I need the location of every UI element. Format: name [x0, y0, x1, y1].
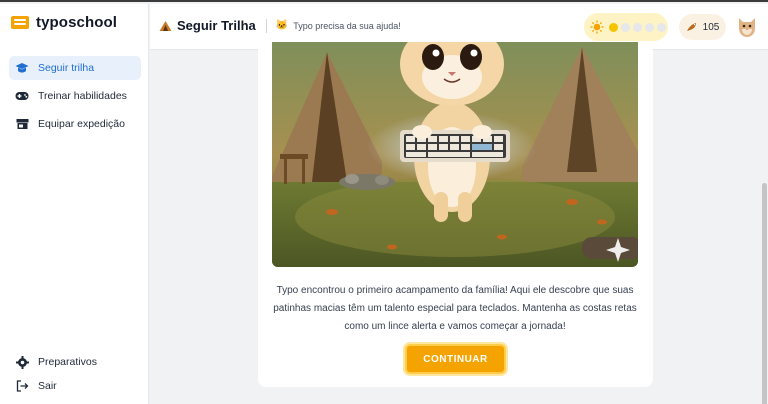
coin-counter[interactable]: 105 — [679, 14, 726, 40]
graduation-cap-icon — [15, 61, 29, 75]
progress-dot — [633, 22, 642, 32]
sidebar-nav: Seguir trilha Treinar habilidades Equipa… — [9, 56, 141, 140]
sidebar: typoschool Seguir trilha Treinar habilid… — [0, 4, 149, 404]
sidebar-item-label: Equipar expedição — [38, 118, 125, 130]
progress-dot — [621, 22, 630, 32]
sidebar-item-sair[interactable]: Sair — [9, 374, 141, 398]
store-icon — [15, 117, 29, 131]
avatar[interactable] — [736, 14, 758, 38]
progress-dot — [609, 22, 618, 32]
gear-icon — [15, 355, 29, 369]
sidebar-item-label: Sair — [38, 380, 57, 392]
lesson-illustration — [272, 42, 638, 267]
progress-dot — [645, 22, 654, 32]
lesson-story-text: Typo encontrou o primeiro acampamento da… — [273, 285, 637, 332]
sidebar-item-label: Treinar habilidades — [38, 90, 127, 102]
sidebar-bottom-nav: Preparativos Sair — [9, 350, 141, 398]
page-subtitle: Typo precisa da sua ajuda! — [293, 20, 401, 31]
progress-indicator — [584, 13, 668, 41]
sidebar-item-treinar-habilidades[interactable]: Treinar habilidades — [9, 84, 141, 108]
tent-icon — [159, 20, 172, 31]
sidebar-item-label: Preparativos — [38, 356, 97, 368]
fish-icon — [686, 23, 696, 31]
page-heading: Seguir Trilha 🐱 Typo precisa da sua ajud… — [159, 18, 401, 33]
logout-icon — [15, 379, 29, 393]
page-title: Seguir Trilha — [177, 18, 256, 33]
app-window: typoschool Seguir trilha Treinar habilid… — [0, 0, 768, 404]
keyboard-icon — [11, 16, 29, 29]
scrollbar-thumb[interactable] — [762, 183, 767, 404]
sidebar-item-equipar-expedicao[interactable]: Equipar expedição — [9, 112, 141, 136]
sun-icon — [590, 20, 604, 34]
continue-button[interactable]: CONTINUAR — [405, 344, 506, 374]
sidebar-item-preparativos[interactable]: Preparativos — [9, 350, 141, 374]
cat-icon: 🐱 — [275, 20, 289, 31]
progress-dot — [657, 22, 666, 32]
gamepad-icon — [15, 89, 29, 103]
sidebar-item-label: Seguir trilha — [38, 62, 95, 74]
brand-logo[interactable]: typoschool — [11, 14, 117, 31]
brand-name: typoschool — [36, 14, 118, 31]
coin-count: 105 — [702, 21, 720, 33]
title-divider — [265, 18, 267, 33]
sidebar-item-seguir-trilha[interactable]: Seguir trilha — [9, 56, 141, 80]
